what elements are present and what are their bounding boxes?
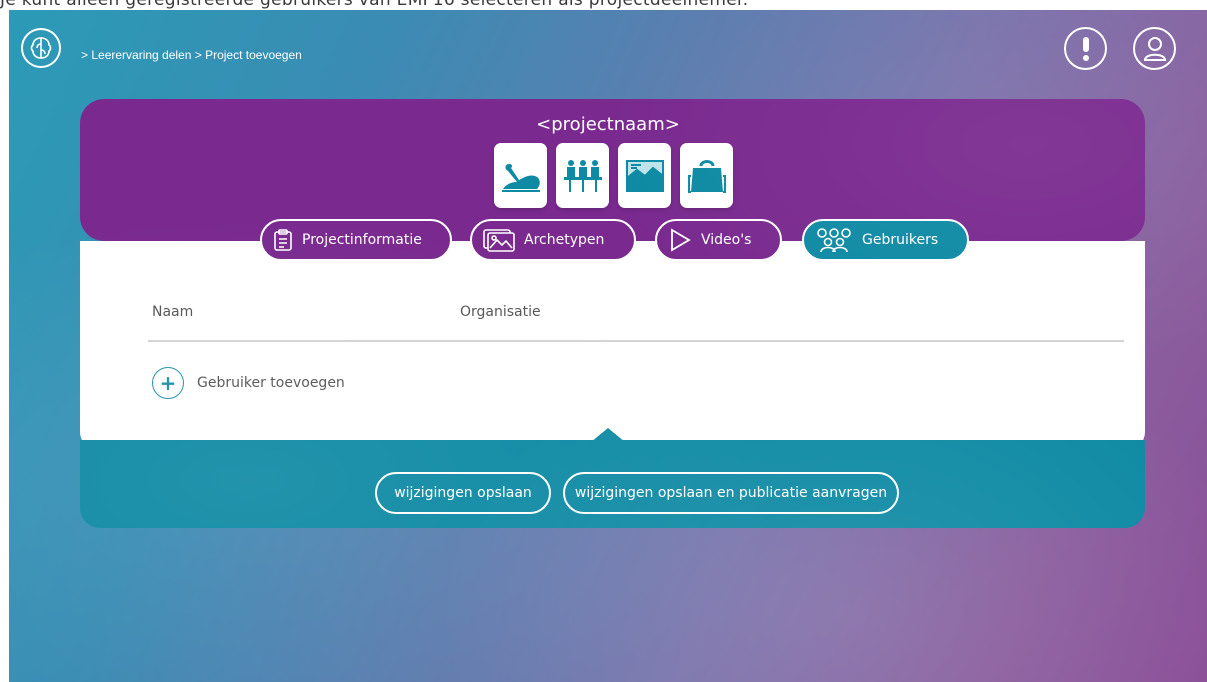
tab-label: Projectinformatie	[302, 232, 422, 248]
top-caption: Je kunt alleen geregistreerde gebruikers…	[0, 0, 749, 10]
clipboard-icon	[274, 229, 292, 251]
app-stage: > Leerervaring delen > Project toevoegen…	[9, 10, 1207, 682]
tab-label: Video's	[701, 232, 752, 248]
play-icon	[671, 228, 691, 252]
tab-gebruikers[interactable]: Gebruikers	[802, 219, 969, 261]
tab-projectinformatie[interactable]: Projectinformatie	[260, 219, 452, 261]
project-name: <projectnaam>	[536, 114, 680, 135]
table-divider	[148, 340, 1124, 342]
bag-icon[interactable]	[680, 143, 733, 208]
landscape-icon[interactable]	[618, 143, 671, 208]
user-profile-icon[interactable]	[1133, 27, 1176, 70]
column-header-naam: Naam	[152, 304, 194, 320]
alert-icon[interactable]	[1064, 27, 1107, 70]
archetype-row	[494, 143, 733, 208]
footer-notch	[591, 428, 625, 442]
add-user-row[interactable]: + Gebruiker toevoegen	[152, 367, 345, 399]
column-header-organisatie: Organisatie	[460, 304, 541, 320]
image-gallery-icon	[483, 229, 515, 252]
plus-icon[interactable]: +	[152, 367, 184, 399]
tab-label: Archetypen	[524, 232, 605, 248]
tab-label: Gebruikers	[862, 232, 939, 248]
tab-videos[interactable]: Video's	[655, 219, 782, 261]
add-user-label[interactable]: Gebruiker toevoegen	[197, 375, 345, 391]
project-card-body	[80, 241, 1145, 450]
swan-icon[interactable]	[494, 143, 547, 208]
meeting-icon[interactable]	[556, 143, 609, 208]
save-and-publish-button[interactable]: wijzigingen opslaan en publicatie aanvra…	[563, 472, 899, 514]
users-icon	[817, 228, 851, 253]
breadcrumb: > Leerervaring delen > Project toevoegen	[81, 48, 302, 62]
save-changes-button[interactable]: wijzigingen opslaan	[375, 472, 551, 514]
brain-logo-icon[interactable]	[21, 28, 61, 68]
tab-archetypen[interactable]: Archetypen	[470, 219, 636, 261]
